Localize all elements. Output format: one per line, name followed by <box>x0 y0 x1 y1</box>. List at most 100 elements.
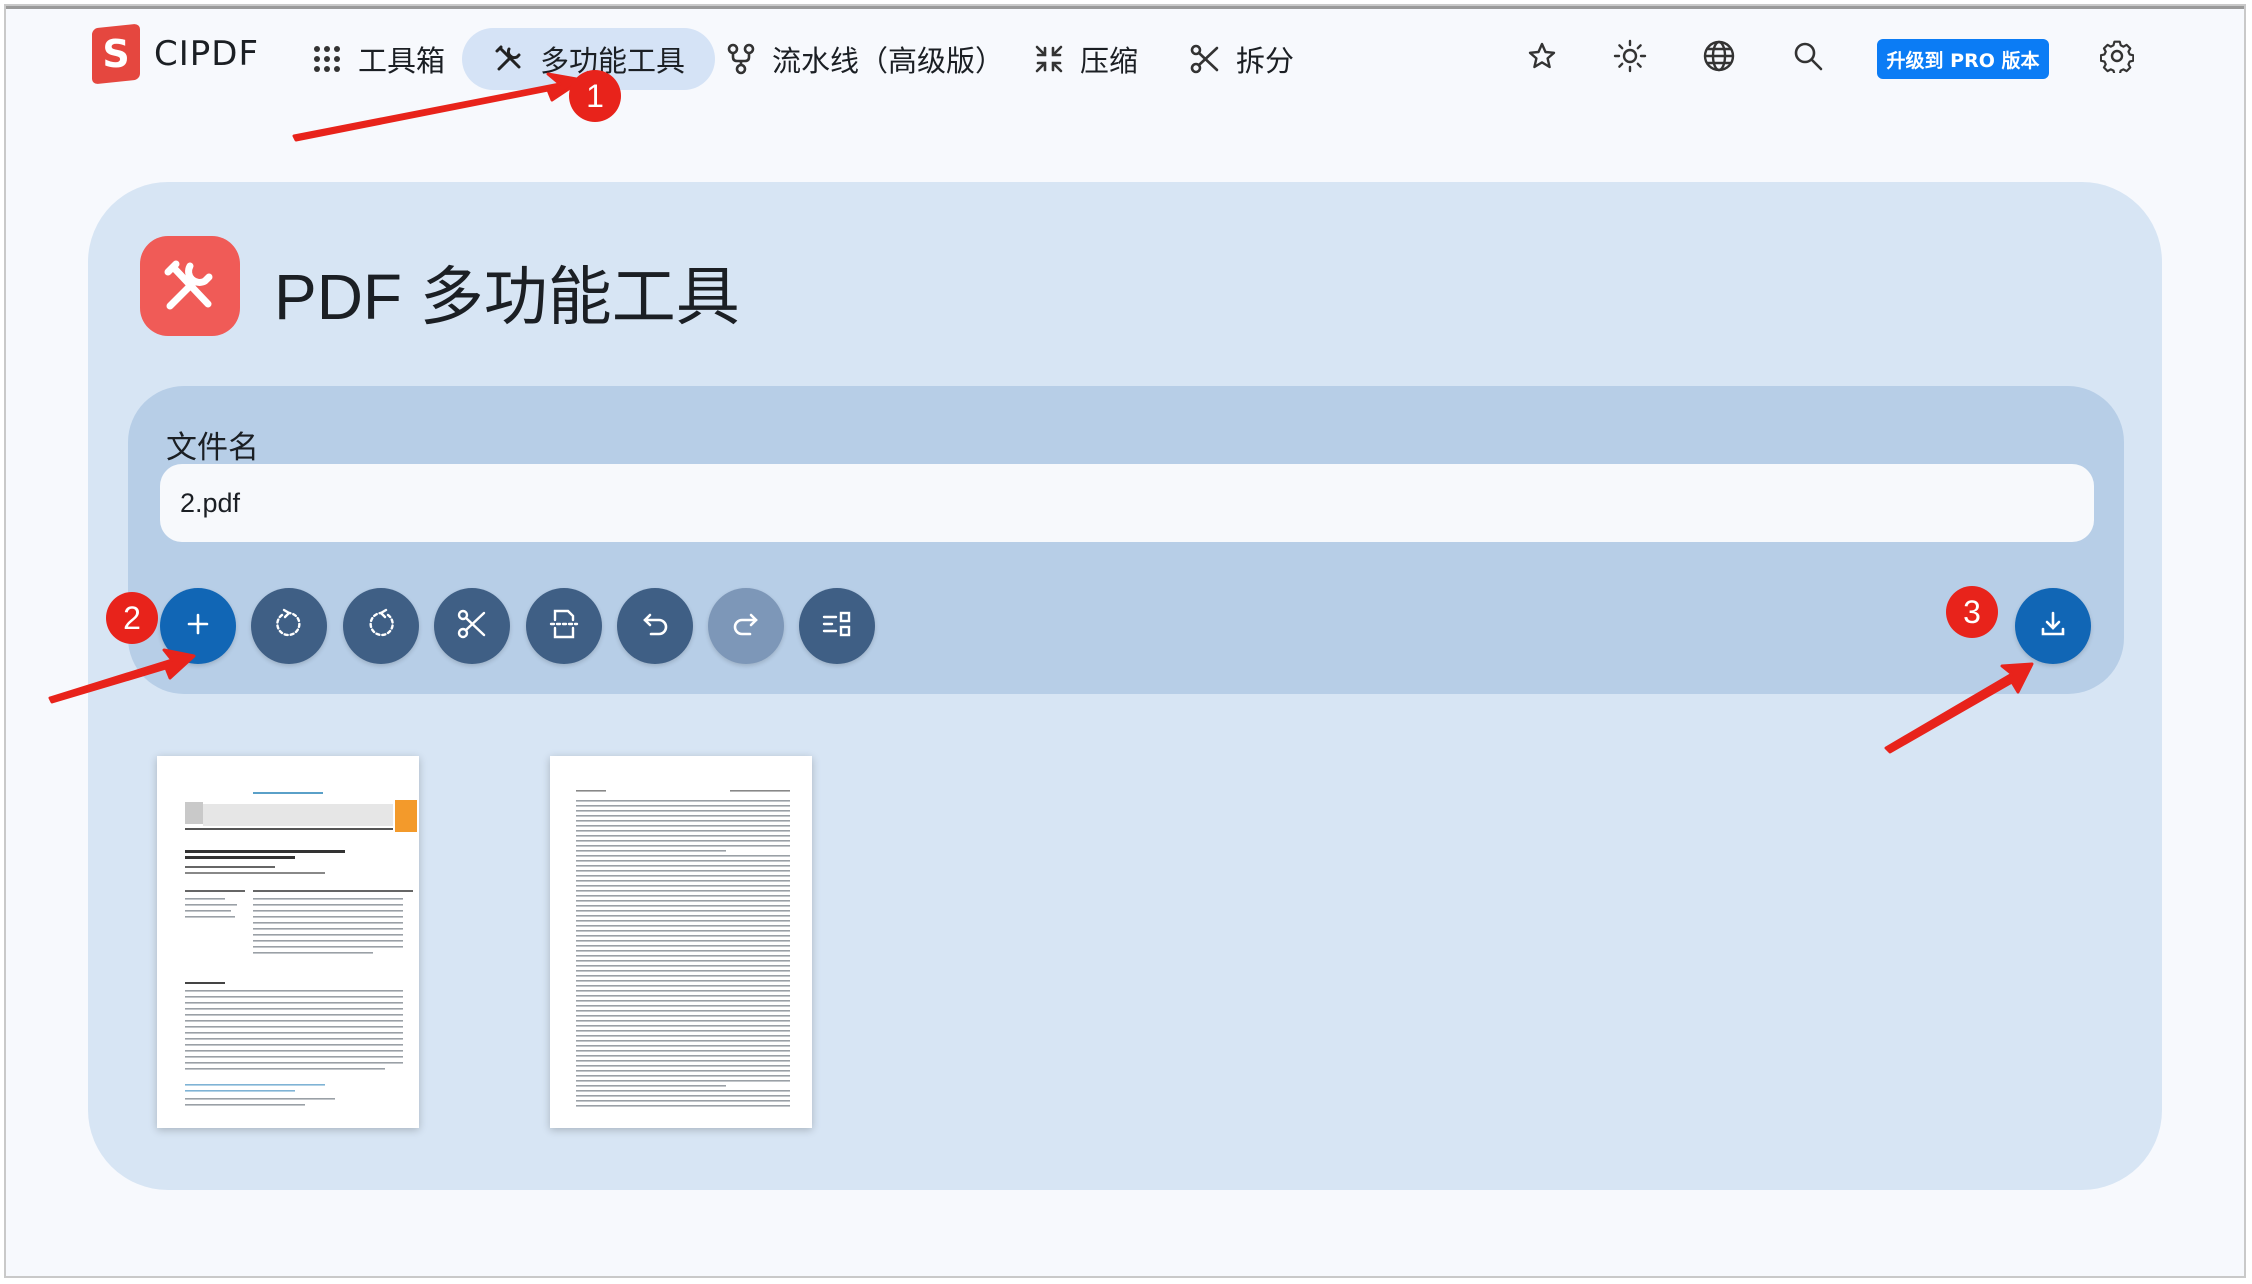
download-icon <box>2038 609 2068 643</box>
globe-icon <box>1702 39 1736 77</box>
text-line <box>576 815 790 817</box>
nav-split[interactable]: 拆分 <box>1188 28 1294 90</box>
app-logo[interactable]: S CIPDF <box>92 23 260 85</box>
text-line <box>576 920 790 922</box>
text-line <box>576 810 790 812</box>
page-title: PDF 多功能工具 <box>274 261 740 333</box>
text-line <box>576 805 790 807</box>
text-line <box>576 1090 790 1092</box>
language-button[interactable] <box>1697 36 1741 80</box>
nav-compress[interactable]: 压缩 <box>1032 28 1138 90</box>
text-line <box>576 1075 790 1077</box>
text-line <box>576 895 790 897</box>
text-line <box>576 820 790 822</box>
text-line <box>576 1105 790 1107</box>
page-2-preview <box>576 790 790 1107</box>
layout-toggle-button[interactable] <box>799 588 875 664</box>
text-line <box>576 800 790 802</box>
text-line <box>576 1070 790 1072</box>
nav-toolbox[interactable]: 工具箱 <box>310 28 445 90</box>
text-line <box>576 840 790 842</box>
text-line <box>576 860 790 862</box>
rotate-right-button[interactable] <box>343 588 419 664</box>
page-1-preview <box>185 792 417 1106</box>
plus-icon <box>185 611 211 641</box>
text-line <box>576 1100 790 1102</box>
split-page-button[interactable] <box>526 588 602 664</box>
text-line <box>576 1055 790 1057</box>
text-line <box>576 995 790 997</box>
text-line <box>576 915 790 917</box>
text-line <box>576 930 790 932</box>
nav-pipeline[interactable]: 流水线（高级版） <box>724 28 1004 90</box>
text-line <box>576 1040 790 1042</box>
undo-button[interactable] <box>617 588 693 664</box>
text-line <box>576 890 790 892</box>
text-line <box>576 910 790 912</box>
filename-label: 文件名 <box>166 430 259 466</box>
top-navigation: S CIPDF 工具箱 多功能工具 流水线（高级版） 压缩 拆分 升级到 PRO… <box>0 0 2252 120</box>
rotate-left-button[interactable] <box>251 588 327 664</box>
favorite-button[interactable] <box>1520 36 1564 80</box>
split-page-icon <box>547 607 581 645</box>
annotation-marker-2: 2 <box>106 592 158 644</box>
pipeline-icon <box>724 42 758 76</box>
undo-icon <box>639 608 671 644</box>
theme-toggle-button[interactable] <box>1608 36 1652 80</box>
title-tools-icon <box>140 236 240 336</box>
text-line <box>576 845 790 847</box>
app-name: CIPDF <box>154 34 260 74</box>
text-line <box>576 1015 790 1017</box>
grid-icon <box>310 42 344 76</box>
text-line <box>576 1080 790 1082</box>
text-line <box>576 965 790 967</box>
text-line <box>576 955 790 957</box>
text-line <box>576 1085 726 1087</box>
text-line <box>576 970 790 972</box>
text-line <box>576 980 790 982</box>
search-icon <box>1792 40 1824 76</box>
text-line <box>576 905 790 907</box>
nav-pipeline-label: 流水线（高级版） <box>772 44 1005 78</box>
redo-button[interactable] <box>708 588 784 664</box>
scissors-icon <box>1188 42 1222 76</box>
text-line <box>576 1095 790 1097</box>
text-line <box>576 885 790 887</box>
text-line <box>576 1005 790 1007</box>
page-thumbnail-2[interactable] <box>550 756 812 1128</box>
text-line <box>576 1035 790 1037</box>
text-line <box>576 975 790 977</box>
text-line <box>576 1000 790 1002</box>
text-line <box>576 1060 790 1062</box>
add-file-button[interactable] <box>160 588 236 664</box>
settings-button[interactable] <box>2095 36 2139 80</box>
nav-multitool-label: 多功能工具 <box>540 44 686 78</box>
download-button[interactable] <box>2015 588 2091 664</box>
cut-button[interactable] <box>434 588 510 664</box>
star-icon <box>1527 41 1557 75</box>
text-line <box>576 865 790 867</box>
tools-icon <box>492 42 526 76</box>
text-line <box>576 880 790 882</box>
text-line <box>576 1010 790 1012</box>
text-line <box>576 870 790 872</box>
upgrade-pro-button[interactable]: 升级到 PRO 版本 <box>1877 39 2049 79</box>
page-thumbnail-1[interactable] <box>157 756 419 1128</box>
text-line <box>576 1065 790 1067</box>
text-line <box>576 1025 790 1027</box>
text-line <box>576 935 790 937</box>
search-button[interactable] <box>1786 36 1830 80</box>
annotation-marker-1: 1 <box>569 70 621 122</box>
text-line <box>576 950 790 952</box>
logo-icon: S <box>92 23 140 85</box>
sun-icon <box>1613 39 1647 77</box>
redo-icon <box>730 608 762 644</box>
compress-icon <box>1032 42 1066 76</box>
text-line <box>576 830 790 832</box>
text-line <box>576 875 790 877</box>
text-line <box>576 960 790 962</box>
layout-icon <box>820 607 854 645</box>
text-line <box>576 990 790 992</box>
rotate-right-icon <box>364 607 398 645</box>
filename-input[interactable] <box>160 464 2094 542</box>
